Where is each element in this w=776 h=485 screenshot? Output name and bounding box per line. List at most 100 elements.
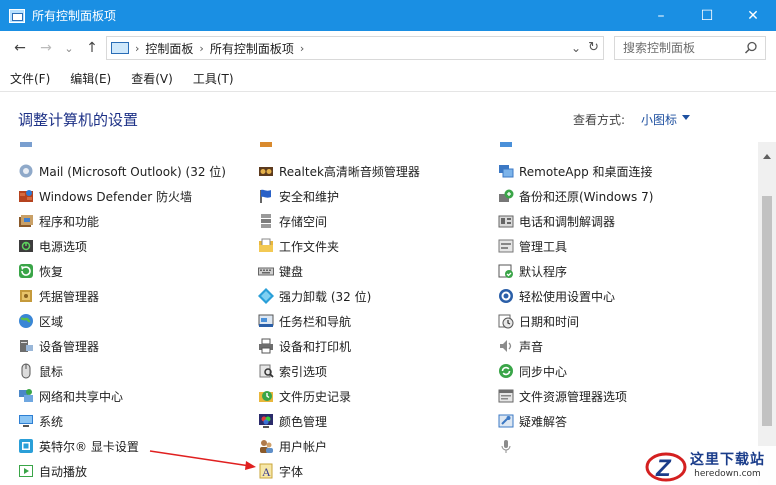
item-label: 强力卸载 (32 位) xyxy=(279,289,372,304)
item-label: 鼠标 xyxy=(39,364,64,379)
item-storage-spaces[interactable]: 存储空间 xyxy=(258,210,327,232)
heredown-logo-icon: Z xyxy=(645,452,687,482)
item-label: 声音 xyxy=(519,339,544,354)
item-file-history[interactable]: 文件历史记录 xyxy=(258,385,351,407)
remoteapp-icon xyxy=(499,165,514,178)
item-explorer-options[interactable]: 文件资源管理器选项 xyxy=(498,385,627,407)
item-label: Realtek高清晰音频管理器 xyxy=(279,164,420,179)
system-icon xyxy=(19,415,33,427)
item-label: Windows Defender 防火墙 xyxy=(39,189,192,204)
close-button[interactable]: ✕ xyxy=(730,0,776,31)
search-input[interactable] xyxy=(623,41,741,55)
item-label: 恢复 xyxy=(39,264,64,279)
item-taskbar-navigation[interactable]: 任务栏和导航 xyxy=(258,310,351,332)
item-phone-modem[interactable]: 电话和调制解调器 xyxy=(498,210,615,232)
menu-bar: 文件(F) 编辑(E) 查看(V) 工具(T) xyxy=(0,65,776,91)
menu-tools[interactable]: 工具(T) xyxy=(183,70,244,87)
item-autoplay[interactable]: 自动播放 xyxy=(18,460,87,482)
svg-text:Z: Z xyxy=(655,455,672,482)
autoplay-icon xyxy=(19,465,33,477)
item-label: 任务栏和导航 xyxy=(279,314,352,329)
up-button[interactable]: ↑ xyxy=(82,38,102,58)
item-intel-graphics[interactable]: 英特尔® 显卡设置 xyxy=(18,435,139,457)
item-partial-top-3[interactable] xyxy=(498,142,519,152)
item-troubleshooting[interactable]: 疑难解答 xyxy=(498,410,567,432)
item-label: 日期和时间 xyxy=(519,314,580,329)
item-default-programs[interactable]: 默认程序 xyxy=(498,260,567,282)
item-windows-defender-firewall[interactable]: Windows Defender 防火墙 xyxy=(18,185,192,207)
address-bar[interactable]: › 控制面板 › 所有控制面板项 › ⌄ ↻ xyxy=(106,36,604,60)
view-by-dropdown[interactable]: 小图标 xyxy=(641,111,677,128)
item-label: 电话和调制解调器 xyxy=(519,214,616,229)
item-system[interactable]: 系统 xyxy=(18,410,63,432)
menu-edit[interactable]: 编辑(E) xyxy=(60,70,121,87)
item-ease-of-access[interactable]: 轻松使用设置中心 xyxy=(498,285,615,307)
item-sync-center[interactable]: 同步中心 xyxy=(498,360,567,382)
search-box[interactable] xyxy=(614,36,766,60)
storage-icon xyxy=(261,214,271,228)
item-credential-manager[interactable]: 凭据管理器 xyxy=(18,285,99,307)
minimize-button[interactable]: – xyxy=(638,0,684,31)
item-label: 存储空间 xyxy=(279,214,328,229)
item-partial-top-2[interactable] xyxy=(258,142,279,152)
item-mail[interactable]: Mail (Microsoft Outlook) (32 位) xyxy=(18,160,226,182)
item-user-accounts[interactable]: 用户帐户 xyxy=(258,435,327,457)
menu-file[interactable]: 文件(F) xyxy=(0,70,60,87)
menu-view[interactable]: 查看(V) xyxy=(121,70,183,87)
item-backup-restore[interactable]: 备份和还原(Windows 7) xyxy=(498,185,653,207)
item-work-folders[interactable]: 工作文件夹 xyxy=(258,235,339,257)
view-by-chevron-down-icon[interactable] xyxy=(682,115,690,120)
vertical-scrollbar[interactable] xyxy=(758,142,776,485)
breadcrumb-control-panel[interactable]: 控制面板 xyxy=(145,40,193,57)
programs-icon xyxy=(19,215,33,227)
item-sound[interactable]: 声音 xyxy=(498,335,543,357)
item-fonts[interactable]: A 字体 xyxy=(258,460,303,482)
security-flag-icon xyxy=(260,189,271,203)
item-color-management[interactable]: 颜色管理 xyxy=(258,410,327,432)
item-security-maintenance[interactable]: 安全和维护 xyxy=(258,185,339,207)
maximize-button[interactable]: ☐ xyxy=(684,0,730,31)
item-recovery[interactable]: 恢复 xyxy=(18,260,63,282)
item-keyboard[interactable]: 键盘 xyxy=(258,260,303,282)
scroll-thumb[interactable] xyxy=(762,196,772,426)
item-label: 电源选项 xyxy=(39,239,88,254)
partial-item-icon xyxy=(260,142,272,147)
item-date-time[interactable]: 日期和时间 xyxy=(498,310,579,332)
power-icon xyxy=(19,240,33,252)
item-mouse[interactable]: 鼠标 xyxy=(18,360,63,382)
item-indexing-options[interactable]: 索引选项 xyxy=(258,360,327,382)
view-by-label: 查看方式: xyxy=(573,113,626,127)
item-partial-top-1[interactable] xyxy=(18,142,39,152)
breadcrumb-all-items[interactable]: 所有控制面板项 xyxy=(210,40,294,57)
item-device-manager[interactable]: 设备管理器 xyxy=(18,335,99,357)
address-dropdown-button[interactable]: ⌄ xyxy=(571,41,581,55)
refresh-button[interactable]: ↻ xyxy=(588,40,599,55)
item-power-uninstall[interactable]: 强力卸载 (32 位) xyxy=(258,285,371,307)
forward-button[interactable]: → xyxy=(36,38,56,58)
explorer-options-icon xyxy=(498,389,514,403)
partial-item-icon xyxy=(20,142,32,147)
item-devices-printers[interactable]: 设备和打印机 xyxy=(258,335,351,357)
color-management-icon xyxy=(259,414,273,428)
item-admin-tools[interactable]: 管理工具 xyxy=(498,235,567,257)
scroll-up-arrow-icon[interactable] xyxy=(763,154,771,159)
item-label: 英特尔® 显卡设置 xyxy=(39,439,139,454)
item-label: 网络和共享中心 xyxy=(39,389,124,404)
back-button[interactable]: ← xyxy=(10,38,30,58)
item-power-options[interactable]: 电源选项 xyxy=(18,235,87,257)
default-programs-icon xyxy=(498,264,513,278)
item-label: 颜色管理 xyxy=(279,414,328,429)
control-panel-items: Mail (Microsoft Outlook) (32 位) Windows … xyxy=(0,142,758,485)
item-partial-bottom[interactable] xyxy=(498,435,519,457)
navigation-bar: ← → ⌄ ↑ › 控制面板 › 所有控制面板项 › ⌄ ↻ xyxy=(0,31,776,65)
phone-modem-icon xyxy=(498,215,514,228)
item-region[interactable]: 区域 xyxy=(18,310,63,332)
search-icon[interactable] xyxy=(744,41,758,55)
item-network-sharing[interactable]: 网络和共享中心 xyxy=(18,385,123,407)
item-realtek-audio[interactable]: Realtek高清晰音频管理器 xyxy=(258,160,420,182)
recent-locations-button[interactable]: ⌄ xyxy=(62,38,76,58)
item-label: 备份和还原(Windows 7) xyxy=(519,189,654,204)
item-programs-features[interactable]: 程序和功能 xyxy=(18,210,99,232)
date-time-icon xyxy=(498,314,514,329)
item-remoteapp[interactable]: RemoteApp 和桌面连接 xyxy=(498,160,653,182)
